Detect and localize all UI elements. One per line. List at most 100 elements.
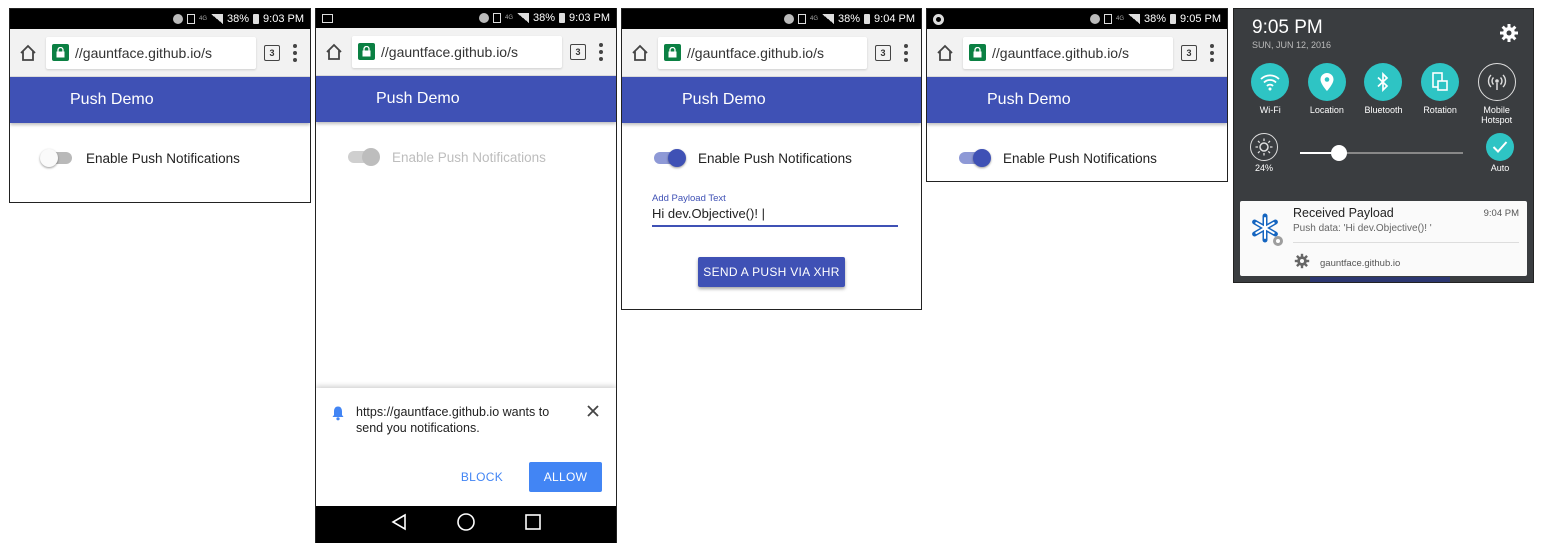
allow-button[interactable]: ALLOW (529, 462, 602, 492)
brightness-icon[interactable] (1250, 133, 1278, 161)
push-toggle-row: Enable Push Notifications (346, 122, 586, 192)
background-button-peek (1310, 277, 1450, 282)
tab-switcher-button[interactable]: 3 (875, 44, 891, 61)
signal-icon (211, 14, 223, 24)
battery-percent: 38% (227, 13, 250, 25)
brightness-percent: 24% (1254, 163, 1273, 173)
home-icon[interactable] (324, 42, 344, 62)
browser-toolbar: //gauntface.github.io/s 3 (10, 29, 310, 77)
push-toggle-row: Enable Push Notifications (40, 123, 280, 193)
home-icon[interactable] (18, 43, 38, 63)
url-text: //gauntface.github.io/s (381, 43, 518, 60)
signal-icon (1128, 14, 1140, 24)
url-bar[interactable]: //gauntface.github.io/s (963, 36, 1173, 69)
app-bar: Push Demo (10, 77, 310, 123)
push-toggle[interactable] (40, 148, 74, 168)
divider (1293, 242, 1519, 243)
url-text: //gauntface.github.io/s (992, 44, 1129, 61)
browser-toolbar: //gauntface.github.io/s 3 (316, 28, 616, 76)
site-settings-gear-icon[interactable] (1294, 253, 1310, 274)
toggle-label: Enable Push Notifications (698, 150, 852, 166)
qs-location[interactable]: Location (1299, 63, 1356, 125)
toggle-label: Enable Push Notifications (1003, 150, 1157, 166)
vibrate-icon (1103, 14, 1112, 24)
screenshot-2-permission-prompt: 4G 38% 9:03 PM //gauntface.github.io/s 3… (315, 8, 617, 543)
image-notification-icon (322, 13, 333, 23)
browser-toolbar: //gauntface.github.io/s 3 (622, 29, 921, 77)
chrome-notification-icon (933, 13, 944, 25)
bluetooth-status-icon (783, 14, 794, 24)
qs-label: Bluetooth (1364, 105, 1403, 115)
qs-hotspot[interactable]: Mobile Hotspot (1468, 63, 1525, 125)
status-bar: 4G 38% 9:03 PM (316, 8, 616, 28)
notification-body: Push data: 'Hi dev.Objective()! ' (1293, 223, 1432, 234)
url-bar[interactable]: //gauntface.github.io/s (352, 35, 562, 68)
url-text: //gauntface.github.io/s (687, 44, 824, 61)
app-bar: Push Demo (622, 77, 921, 123)
close-icon[interactable] (586, 404, 602, 420)
bell-icon (330, 405, 346, 421)
vibrate-icon (797, 14, 806, 24)
shade-time: 9:05 PM (1252, 17, 1323, 38)
network-type: 4G (198, 16, 207, 22)
bluetooth-status-icon (1089, 14, 1100, 24)
brightness-slider[interactable] (1300, 145, 1463, 161)
overflow-menu-icon[interactable] (899, 43, 913, 62)
vibrate-icon (186, 14, 195, 24)
tab-switcher-button[interactable]: 3 (264, 44, 280, 61)
browser-toolbar: //gauntface.github.io/s 3 (927, 29, 1227, 77)
home-circle-icon[interactable] (456, 512, 476, 537)
status-bar: 4G 38% 9:05 PM (927, 9, 1227, 29)
qs-label: Rotation (1423, 105, 1457, 115)
quick-settings: Wi-Fi Location Bluetooth Rotation Mobile… (1234, 63, 1533, 125)
url-bar[interactable]: //gauntface.github.io/s (658, 36, 867, 69)
bluetooth-status-icon (478, 13, 489, 23)
push-toggle[interactable] (957, 148, 991, 168)
android-nav-bar (316, 506, 616, 543)
settings-gear-icon[interactable] (1499, 23, 1519, 43)
clock: 9:03 PM (569, 12, 610, 24)
home-icon[interactable] (630, 43, 650, 63)
hotspot-icon (1477, 63, 1516, 101)
block-button[interactable]: BLOCK (461, 470, 503, 484)
lock-icon (664, 44, 681, 61)
url-text: //gauntface.github.io/s (75, 44, 212, 61)
clock: 9:04 PM (874, 13, 915, 25)
vibrate-icon (492, 13, 501, 23)
battery-percent: 38% (533, 12, 556, 24)
status-bar: 4G 38% 9:04 PM (622, 9, 921, 29)
qs-label: Wi-Fi (1259, 105, 1281, 115)
qs-bluetooth[interactable]: Bluetooth (1355, 63, 1412, 125)
push-toggle[interactable] (652, 148, 686, 168)
slider-knob[interactable] (1331, 145, 1348, 161)
auto-label: Auto (1490, 163, 1510, 173)
bluetooth-icon (1364, 63, 1403, 101)
qs-wifi[interactable]: Wi-Fi (1242, 63, 1299, 125)
notification-title: Received Payload (1293, 206, 1394, 220)
recents-icon[interactable] (524, 513, 542, 536)
send-push-button[interactable]: SEND A PUSH VIA XHR (698, 257, 845, 287)
screenshot-3-payload-form: 4G 38% 9:04 PM //gauntface.github.io/s 3… (621, 8, 922, 310)
overflow-menu-icon[interactable] (288, 43, 302, 62)
qs-rotation[interactable]: Rotation (1412, 63, 1469, 125)
screenshot-4-toggle-on: 4G 38% 9:05 PM //gauntface.github.io/s 3… (926, 8, 1228, 182)
tab-switcher-button[interactable]: 3 (1181, 44, 1197, 61)
payload-input[interactable]: Hi dev.Objective()! | (652, 204, 898, 227)
lock-icon (52, 44, 69, 61)
signal-icon (517, 13, 529, 23)
network-type: 4G (504, 15, 513, 21)
push-notification-card[interactable]: Received Payload 9:04 PM Push data: 'Hi … (1240, 201, 1527, 276)
location-icon (1307, 63, 1346, 101)
battery-percent: 38% (1144, 13, 1167, 25)
back-icon[interactable] (390, 513, 408, 536)
url-bar[interactable]: //gauntface.github.io/s (46, 36, 256, 69)
auto-brightness-check-icon[interactable] (1486, 133, 1514, 161)
wifi-icon (1251, 63, 1290, 101)
payload-field-label: Add Payload Text (652, 193, 726, 204)
overflow-menu-icon[interactable] (1205, 43, 1219, 62)
home-icon[interactable] (935, 43, 955, 63)
overflow-menu-icon[interactable] (594, 42, 608, 61)
tab-switcher-button[interactable]: 3 (570, 43, 586, 60)
toggle-label: Enable Push Notifications (86, 150, 240, 166)
network-type: 4G (809, 16, 818, 22)
